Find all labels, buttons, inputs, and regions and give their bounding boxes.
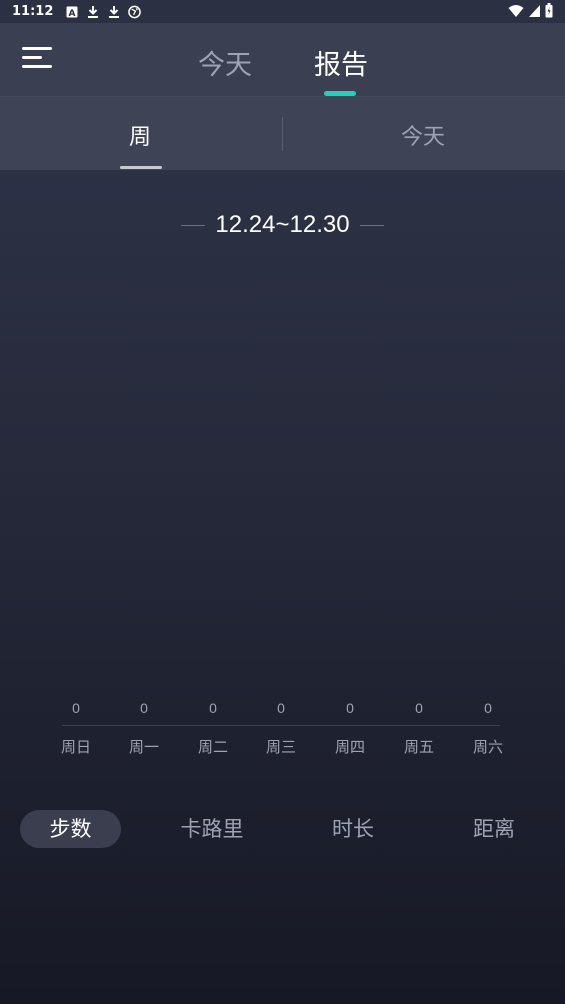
tab-today[interactable]: 今天 bbox=[198, 43, 252, 82]
wifi-icon bbox=[508, 4, 524, 22]
subtab-week[interactable]: 周 bbox=[129, 119, 151, 151]
status-bar: 11:12 A bbox=[0, 0, 565, 23]
menu-button[interactable] bbox=[22, 47, 52, 71]
chart-day-label: 周日 bbox=[60, 738, 91, 756]
tab-report[interactable]: 报告 bbox=[314, 43, 368, 82]
top-header: 今天 报告 bbox=[0, 23, 565, 96]
chart-baseline bbox=[62, 725, 500, 726]
chart-day-label: 周四 bbox=[334, 738, 365, 756]
date-range-line-right bbox=[359, 224, 384, 226]
date-range-text: 12.24~12.30 bbox=[215, 211, 350, 238]
chart-day-label: 周二 bbox=[197, 738, 228, 756]
status-notification-icons: A bbox=[65, 5, 142, 18]
screen: 11:12 A 今天 报告 周 今天 12.24~12.30 0 周日 0 周一… bbox=[0, 0, 565, 1004]
globe-icon bbox=[128, 5, 142, 18]
signal-icon bbox=[528, 4, 541, 22]
status-system-icons bbox=[508, 3, 553, 22]
chart-value-label: 0 bbox=[277, 700, 285, 716]
subtab-today[interactable]: 今天 bbox=[401, 119, 445, 151]
chart-value-label: 0 bbox=[415, 700, 423, 716]
battery-icon bbox=[545, 3, 553, 22]
chart-value-label: 0 bbox=[209, 700, 217, 716]
menu-icon-line bbox=[22, 47, 52, 50]
metric-tab[interactable]: 时长 bbox=[303, 810, 403, 848]
menu-icon-line bbox=[22, 56, 42, 59]
chart-value-label: 0 bbox=[484, 700, 492, 716]
metric-tabs: 步数 卡路里 时长 距离 bbox=[0, 810, 565, 850]
svg-text:A: A bbox=[68, 9, 75, 18]
date-range: 12.24~12.30 bbox=[0, 208, 565, 242]
metric-tab[interactable]: 卡路里 bbox=[162, 810, 262, 848]
menu-icon-line bbox=[22, 65, 52, 68]
chart-value-label: 0 bbox=[346, 700, 354, 716]
status-time: 11:12 bbox=[12, 4, 54, 19]
metric-tab[interactable]: 步数 bbox=[20, 810, 121, 848]
chart-value-label: 0 bbox=[72, 700, 80, 716]
weekly-chart: 0 周日 0 周一 0 周二 0 周三 0 周四 0 周五 0 周六 bbox=[0, 690, 565, 770]
period-tabs: 周 今天 bbox=[0, 96, 565, 170]
font-icon: A bbox=[65, 5, 78, 18]
subtab-indicator bbox=[120, 166, 162, 169]
chart-day-label: 周五 bbox=[403, 738, 434, 756]
metric-tab[interactable]: 距离 bbox=[444, 810, 544, 848]
download-icon bbox=[107, 5, 120, 18]
chart-day-label: 周六 bbox=[472, 738, 503, 756]
date-range-line-left bbox=[181, 224, 206, 226]
download-icon bbox=[86, 5, 99, 18]
chart-day-label: 周一 bbox=[128, 738, 159, 756]
chart-value-label: 0 bbox=[140, 700, 148, 716]
subtab-divider bbox=[282, 117, 283, 151]
chart-day-label: 周三 bbox=[265, 738, 296, 756]
